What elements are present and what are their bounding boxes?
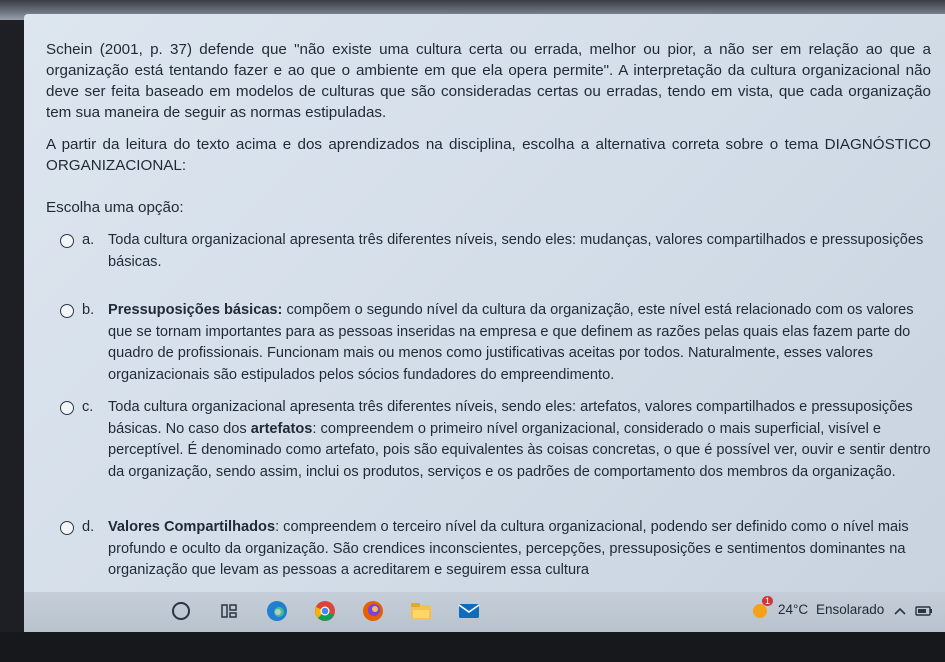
option-c[interactable]: c. Toda cultura organizacional apresenta… <box>60 397 931 483</box>
option-text: Valores Compartilhados: compreendem o te… <box>108 517 931 582</box>
option-text: Pressuposições básicas: compõem o segund… <box>108 300 931 386</box>
option-bold-term: artefatos <box>250 420 313 437</box>
option-letter: a. <box>82 232 95 248</box>
file-explorer-icon[interactable] <box>410 600 432 622</box>
battery-icon[interactable] <box>914 600 934 622</box>
task-view-icon[interactable] <box>218 600 240 622</box>
option-letter: d. <box>82 519 95 535</box>
quiz-page: Schein (2001, p. 37) defende que "não ex… <box>24 14 945 592</box>
weather-temperature[interactable]: 24°C <box>778 602 808 617</box>
radio-option-c[interactable] <box>60 401 74 415</box>
monitor-bottom-bezel <box>0 632 945 662</box>
notification-badge: 1 <box>762 596 774 606</box>
edge-icon[interactable] <box>266 600 288 622</box>
firefox-icon[interactable] <box>362 600 384 622</box>
option-bold-term: Valores Compartilhados <box>108 519 276 535</box>
taskbar: 1 24°C Ensolarado <box>24 592 945 632</box>
question-context-paragraph: Schein (2001, p. 37) defende que "não ex… <box>46 41 931 121</box>
option-d[interactable]: d. Valores Compartilhados: compreendem o… <box>60 517 931 582</box>
chevron-up-icon[interactable] <box>892 600 908 622</box>
radio-option-a[interactable] <box>60 234 74 248</box>
option-a[interactable]: a. Toda cultura organizacional apresenta… <box>60 230 931 273</box>
question-statement: A partir da leitura do texto acima e dos… <box>46 136 931 174</box>
radio-option-d[interactable] <box>60 521 74 535</box>
radio-option-b[interactable] <box>60 304 74 318</box>
option-text: Toda cultura organizacional apresenta tr… <box>108 232 924 270</box>
chrome-icon[interactable] <box>314 600 336 622</box>
option-bold-term: Pressuposições básicas: <box>108 302 283 318</box>
option-text: Toda cultura organizacional apresenta tr… <box>108 397 931 483</box>
option-letter: c. <box>82 399 94 415</box>
search-icon[interactable] <box>170 600 192 622</box>
option-letter: b. <box>82 302 95 318</box>
weather-description[interactable]: Ensolarado <box>816 602 884 617</box>
option-b[interactable]: b. Pressuposições básicas: compõem o seg… <box>60 300 931 386</box>
choose-option-prompt: Escolha uma opção: <box>46 199 184 216</box>
mail-icon[interactable] <box>458 600 480 622</box>
